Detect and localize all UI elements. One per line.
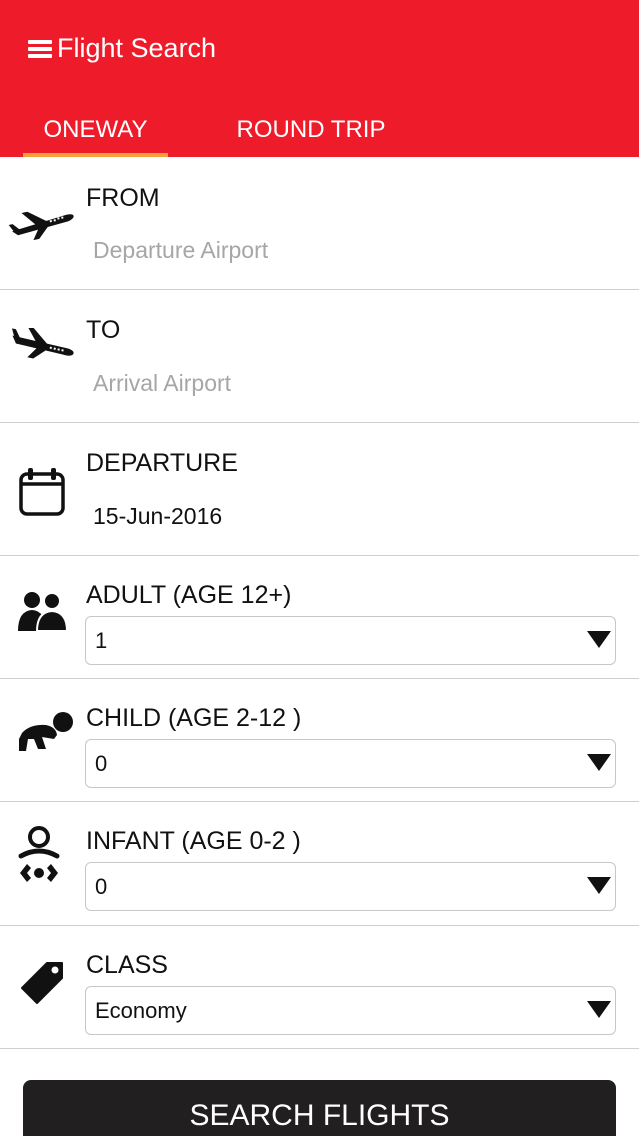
infant-count-field: INFANT (AGE 0-2 ) 0: [0, 802, 639, 926]
crawling-baby-icon: [19, 712, 73, 751]
class-selected-value: Economy: [95, 998, 187, 1023]
tab-round-trip[interactable]: ROUND TRIP: [212, 112, 410, 157]
class-label: CLASS: [86, 951, 168, 979]
infant-icon: [18, 826, 60, 882]
page-title: Flight Search: [57, 33, 217, 63]
departure-date-field[interactable]: DEPARTURE 15-Jun-2016: [0, 423, 639, 556]
dropdown-arrow-icon: [587, 1001, 611, 1018]
to-label: TO: [86, 316, 121, 344]
app-header: Flight Search ONEWAY ROUND TRIP: [0, 0, 639, 157]
calendar-icon: [19, 468, 65, 516]
price-tag-icon: [21, 962, 63, 1004]
child-count-field: CHILD (AGE 2-12 ) 0: [0, 679, 639, 802]
departure-date-value[interactable]: 15-Jun-2016: [93, 501, 222, 531]
airplane-landing-icon: [12, 328, 74, 359]
airplane-takeoff-icon: [8, 211, 74, 241]
to-field[interactable]: TO Arrival Airport: [0, 290, 639, 423]
adult-label: ADULT (AGE 12+): [86, 581, 292, 609]
tab-oneway[interactable]: ONEWAY: [23, 112, 168, 157]
dropdown-arrow-icon: [587, 877, 611, 894]
dropdown-arrow-icon: [587, 631, 611, 648]
class-select[interactable]: Economy: [85, 986, 616, 1035]
adult-selected-value: 1: [95, 628, 108, 653]
child-selected-value: 0: [95, 751, 108, 776]
people-icon: [18, 592, 69, 632]
search-flights-button[interactable]: SEARCH FLIGHTS: [23, 1080, 616, 1136]
hamburger-menu-icon[interactable]: [28, 38, 52, 60]
adult-count-field: ADULT (AGE 12+) 1: [0, 556, 639, 679]
child-label: CHILD (AGE 2-12 ): [86, 704, 302, 732]
departure-airport-input[interactable]: Departure Airport: [93, 235, 268, 265]
infant-selected-value: 0: [95, 874, 108, 899]
class-field: CLASS Economy: [0, 926, 639, 1049]
from-field[interactable]: FROM Departure Airport: [0, 157, 639, 290]
adult-select[interactable]: 1: [85, 616, 616, 665]
infant-select[interactable]: 0: [85, 862, 616, 911]
infant-label: INFANT (AGE 0-2 ): [86, 827, 301, 855]
arrival-airport-input[interactable]: Arrival Airport: [93, 368, 231, 398]
child-select[interactable]: 0: [85, 739, 616, 788]
departure-label: DEPARTURE: [86, 449, 238, 477]
dropdown-arrow-icon: [587, 754, 611, 771]
from-label: FROM: [86, 184, 160, 212]
